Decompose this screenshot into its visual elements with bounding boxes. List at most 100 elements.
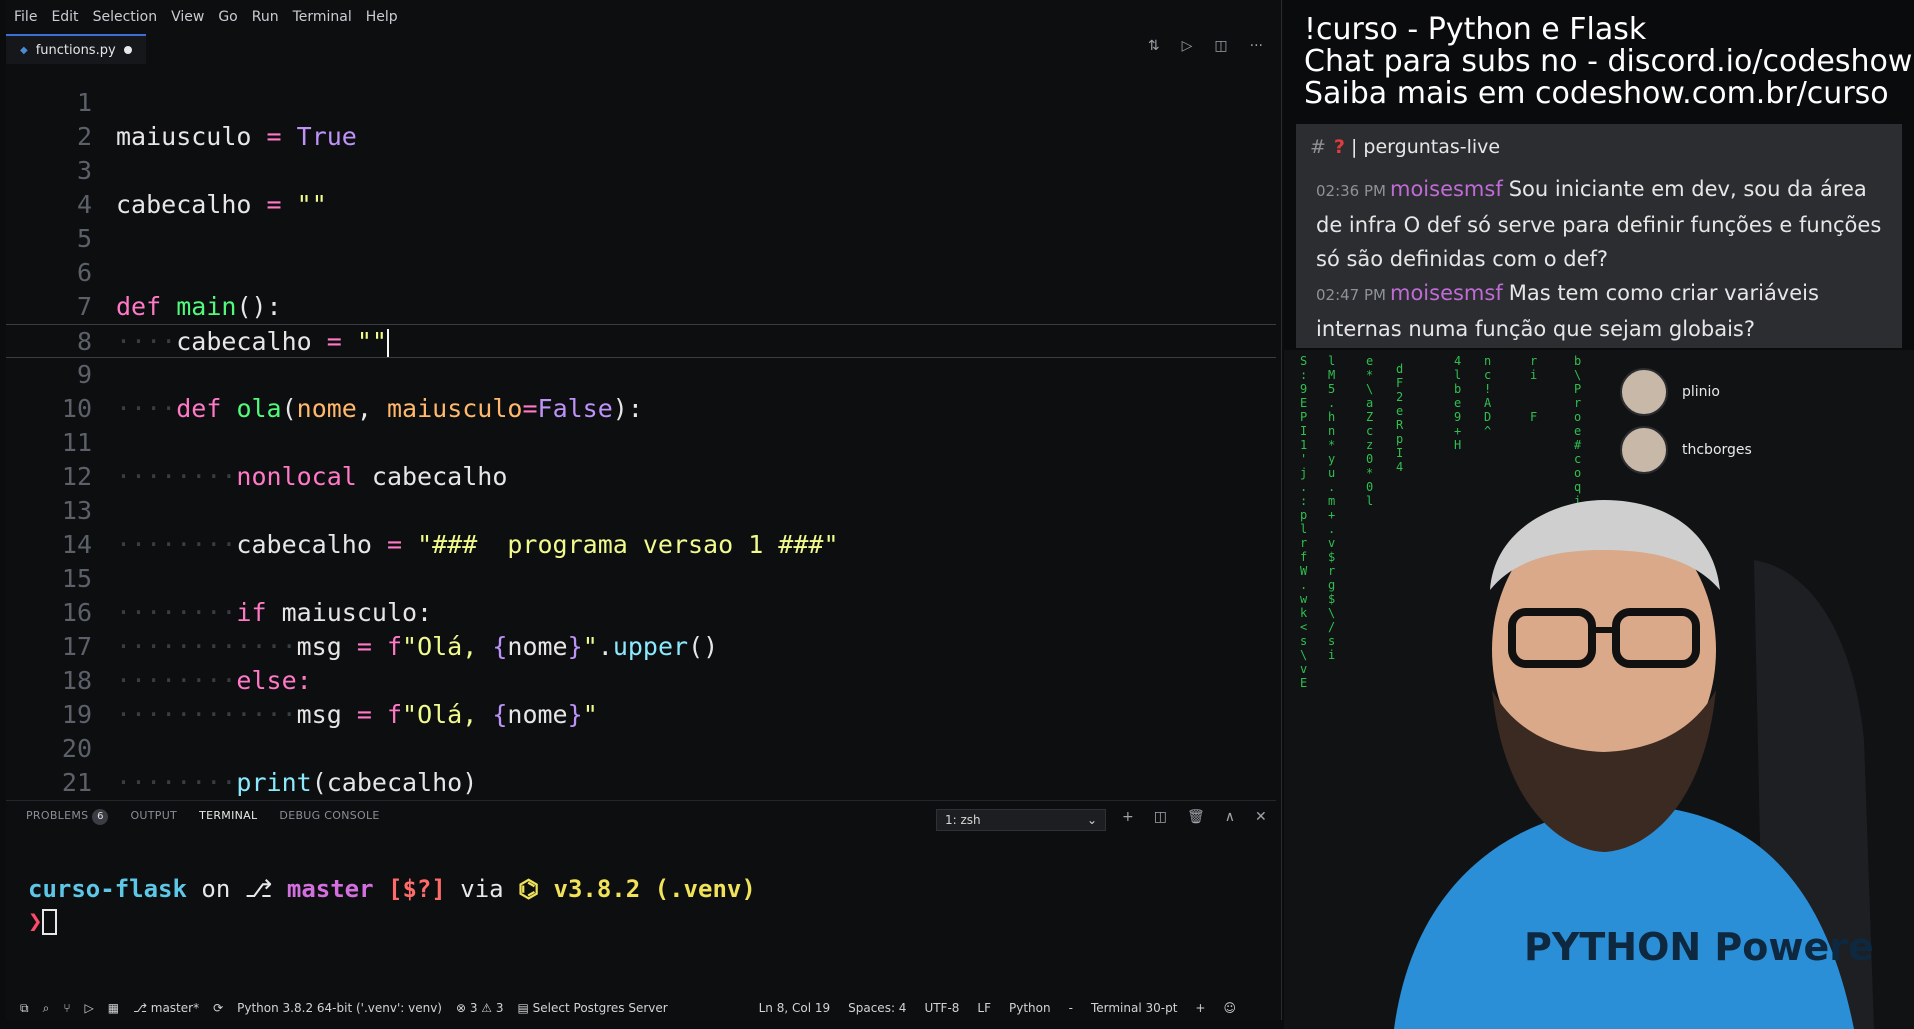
code-token: = xyxy=(356,700,372,729)
code-line: 20 xyxy=(6,732,1276,766)
status-python-interpreter[interactable]: Python 3.8.2 64-bit ('.venv': venv) xyxy=(237,1001,442,1015)
new-terminal-icon[interactable]: + xyxy=(1122,809,1134,825)
status-indentation[interactable]: Spaces: 4 xyxy=(848,1001,906,1015)
status-problems[interactable]: ⊗ 3 ⚠ 3 xyxy=(456,1001,504,1015)
menu-bar: File Edit Selection View Go Run Terminal… xyxy=(6,0,1281,34)
search-icon[interactable]: ⌕ xyxy=(43,1001,50,1016)
sync-icon[interactable]: ⟳ xyxy=(213,1001,223,1015)
trash-icon[interactable]: 🗑 xyxy=(1187,809,1205,825)
code-token: = xyxy=(522,394,538,423)
discord-chat-panel: #? | perguntas-live 02:36 PM moisesmsf Sou … xyxy=(1296,124,1902,348)
status-branch-label: master* xyxy=(150,1001,200,1015)
code-line: 19 ············msg = f"Olá, {nome}" xyxy=(6,698,1276,732)
code-token: nonlocal xyxy=(236,462,357,491)
line-number: 2 xyxy=(76,122,92,151)
code-token: { xyxy=(492,700,508,729)
term-text: on xyxy=(201,875,231,903)
status-eol[interactable]: LF xyxy=(977,1001,991,1015)
more-actions-icon[interactable]: ··· xyxy=(1250,38,1263,54)
line-number: 10 xyxy=(61,394,92,423)
source-control-icon[interactable]: ⑂ xyxy=(63,1001,70,1015)
menu-file[interactable]: File xyxy=(14,9,37,25)
add-icon[interactable]: + xyxy=(1195,1001,1205,1015)
stream-sidebar: !curso - Python e Flask Chat para subs n… xyxy=(1284,0,1914,1029)
code-token: ): xyxy=(612,394,643,423)
split-terminal-icon[interactable]: ◫ xyxy=(1154,809,1167,825)
code-token: } xyxy=(567,632,583,661)
terminal-select[interactable]: 1: zsh ⌄ xyxy=(936,809,1106,831)
matrix-rain: e * \ a Zc z 0 * 0 l xyxy=(1366,354,1374,508)
menu-edit[interactable]: Edit xyxy=(51,9,78,25)
line-number: 9 xyxy=(76,360,92,389)
compare-changes-icon[interactable]: ⇅ xyxy=(1148,38,1160,54)
menu-terminal[interactable]: Terminal xyxy=(293,9,352,25)
close-panel-icon[interactable]: ✕ xyxy=(1255,809,1267,825)
extensions-icon[interactable]: ▦ xyxy=(108,1001,119,1015)
run-debug-icon[interactable]: ▷ xyxy=(85,1001,94,1015)
split-editor-icon[interactable]: ◫ xyxy=(1214,38,1227,54)
code-token: { xyxy=(492,632,508,661)
menu-help[interactable]: Help xyxy=(366,9,398,25)
menu-view[interactable]: View xyxy=(171,9,204,25)
code-token: maiusculo: xyxy=(281,598,433,627)
status-bar: ⧉ ⌕ ⑂ ▷ ▦ ⎇ master* ⟳ Python 3.8.2 64-bi… xyxy=(6,996,1276,1020)
line-number: 6 xyxy=(76,258,92,287)
code-area[interactable]: 1 2 maiusculo = True 3 4 cabecalho = "" 5 … xyxy=(6,86,1276,800)
avatar xyxy=(1620,368,1668,416)
terminal-output[interactable]: curso-flask on ⎇ master [$?] via ⌬ v3.8.… xyxy=(28,873,756,937)
code-line-current: 8 ····cabecalho = "" xyxy=(6,324,1276,358)
message-time: 02:36 PM xyxy=(1316,182,1386,200)
code-line: 9 xyxy=(6,358,1276,392)
code-token: "" xyxy=(296,190,327,219)
run-file-icon[interactable]: ▷ xyxy=(1182,38,1193,54)
unsaved-dot-icon[interactable] xyxy=(123,46,132,54)
code-line: 7 def main(): xyxy=(6,290,1276,324)
line-number: 3 xyxy=(76,156,92,185)
code-token: = xyxy=(266,122,282,151)
code-token: (): xyxy=(236,292,282,321)
tab-output[interactable]: OUTPUT xyxy=(130,809,177,825)
tab-terminal[interactable]: TERMINAL xyxy=(199,809,257,825)
code-token: cabecalho xyxy=(371,462,508,491)
database-icon: ▤ xyxy=(517,1001,533,1015)
term-dir: curso-flask xyxy=(28,875,187,903)
tab-problems[interactable]: PROBLEMS 6 xyxy=(26,809,109,825)
explorer-icon[interactable]: ⧉ xyxy=(20,1001,29,1016)
chevron-down-icon: ⌄ xyxy=(1086,813,1097,827)
code-token: () xyxy=(688,632,719,661)
menu-selection[interactable]: Selection xyxy=(93,9,158,25)
indent-guide: ···· xyxy=(116,394,177,423)
line-number: 11 xyxy=(61,428,92,457)
matrix-rain: S:9 E P I 1 ' j.: p l r f W. w k < s \ v E xyxy=(1300,354,1308,690)
problems-count-badge: 6 xyxy=(92,809,109,825)
code-token: def xyxy=(176,394,222,423)
term-text: via xyxy=(460,875,504,903)
code-token: , xyxy=(356,394,387,423)
code-token: maiusculo xyxy=(386,394,523,423)
menu-go[interactable]: Go xyxy=(218,9,237,25)
status-terminal-font[interactable]: Terminal 30-pt xyxy=(1091,1001,1177,1015)
feedback-icon[interactable]: ☺ xyxy=(1223,1001,1236,1015)
message-user: moisesmsf xyxy=(1389,177,1503,201)
tab-debug-console[interactable]: DEBUG CONSOLE xyxy=(279,809,379,825)
code-line: 15 xyxy=(6,562,1276,596)
code-line: 4 cabecalho = "" xyxy=(6,188,1276,222)
tab-functions-py[interactable]: ◆ functions.py xyxy=(6,34,146,64)
code-token: } xyxy=(567,700,583,729)
code-token: msg xyxy=(296,632,342,661)
overlay-line: Chat para subs no - discord.io/codeshow xyxy=(1304,44,1913,79)
status-postgres[interactable]: ▤ Select Postgres Server xyxy=(518,1001,668,1015)
indent-guide: ········ xyxy=(116,768,237,797)
matrix-rain: n c! A D ^ xyxy=(1484,354,1492,438)
status-cursor-position[interactable]: Ln 8, Col 19 xyxy=(759,1001,831,1015)
status-encoding[interactable]: UTF-8 xyxy=(924,1001,959,1015)
menu-run[interactable]: Run xyxy=(252,9,279,25)
code-token: ( xyxy=(281,394,297,423)
code-token: if xyxy=(236,598,267,627)
status-dash: - xyxy=(1068,1001,1073,1015)
code-token: = xyxy=(326,327,342,356)
maximize-panel-icon[interactable]: ∧ xyxy=(1225,809,1235,825)
status-branch[interactable]: ⎇ master* xyxy=(133,1001,199,1015)
status-language[interactable]: Python xyxy=(1009,1001,1051,1015)
webcam-feed: S:9 E P I 1 ' j.: p l r f W. w k < s \ v E l M 5. h n * y u. m +. v $… xyxy=(1284,350,1914,1029)
